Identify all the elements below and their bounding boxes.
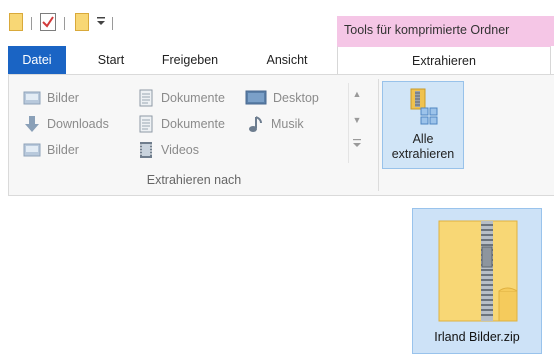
- gallery-more-button[interactable]: [351, 137, 363, 155]
- destination-desktop[interactable]: Desktop: [245, 87, 319, 109]
- file-item-zip[interactable]: Irland Bilder.zip: [412, 208, 542, 354]
- tab-freigeben[interactable]: Freigeben: [152, 46, 228, 75]
- tab-ansicht[interactable]: Ansicht: [255, 46, 319, 75]
- gallery-scroll-column: ▲ ▼: [348, 83, 364, 163]
- zip-folder-icon: [437, 219, 519, 326]
- folder-icon[interactable]: [9, 13, 23, 34]
- pictures-icon: [23, 141, 41, 159]
- desktop-icon: [245, 89, 267, 107]
- more-dropdown-icon: [353, 139, 361, 147]
- tab-datei[interactable]: Datei: [8, 46, 66, 75]
- download-arrow-icon: [23, 115, 41, 133]
- music-note-icon: [247, 115, 265, 133]
- checkmark-document-icon[interactable]: [40, 13, 56, 34]
- ribbon-tab-bar: Datei Start Freigeben Ansicht Extrahiere…: [0, 46, 554, 76]
- gallery-scroll-up-button[interactable]: ▲: [351, 85, 363, 103]
- file-name: Irland Bilder.zip: [434, 330, 520, 344]
- context-tab-header: Tools für komprimierte Ordner: [337, 16, 554, 46]
- group-label-extrahieren-nach: Extrahieren nach: [146, 173, 242, 187]
- extract-all-label-line2: extrahieren: [391, 147, 455, 161]
- pictures-icon: [23, 89, 41, 107]
- extract-all-label-line1: Alle: [412, 132, 434, 146]
- destination-musik[interactable]: Musik: [247, 113, 304, 135]
- ribbon-panel: Bilder Downloads Bilder Dokumente Dokume…: [8, 74, 554, 196]
- toolbar-separator: [112, 17, 113, 30]
- destination-dokumente-2[interactable]: Dokumente: [137, 113, 225, 135]
- destination-downloads[interactable]: Downloads: [23, 113, 109, 135]
- group-separator: [378, 79, 379, 191]
- toolbar-separator: [31, 17, 32, 30]
- customize-dropdown-icon[interactable]: [95, 15, 107, 30]
- tab-extrahieren[interactable]: Extrahieren: [337, 46, 551, 76]
- extract-all-icon: [409, 86, 439, 129]
- destination-dokumente[interactable]: Dokumente: [137, 87, 225, 109]
- video-icon: [137, 141, 155, 159]
- destination-bilder[interactable]: Bilder: [23, 87, 79, 109]
- destination-videos[interactable]: Videos: [137, 139, 199, 161]
- new-folder-icon[interactable]: [75, 13, 89, 34]
- gallery-scroll-down-button[interactable]: ▼: [351, 111, 363, 129]
- extract-all-button[interactable]: Alle extrahieren: [382, 81, 464, 169]
- destination-gallery: Bilder Downloads Bilder Dokumente Dokume…: [15, 83, 370, 163]
- tab-start[interactable]: Start: [86, 46, 136, 75]
- document-icon: [137, 115, 155, 133]
- toolbar-separator: [64, 17, 65, 30]
- destination-bilder-2[interactable]: Bilder: [23, 139, 79, 161]
- document-icon: [137, 89, 155, 107]
